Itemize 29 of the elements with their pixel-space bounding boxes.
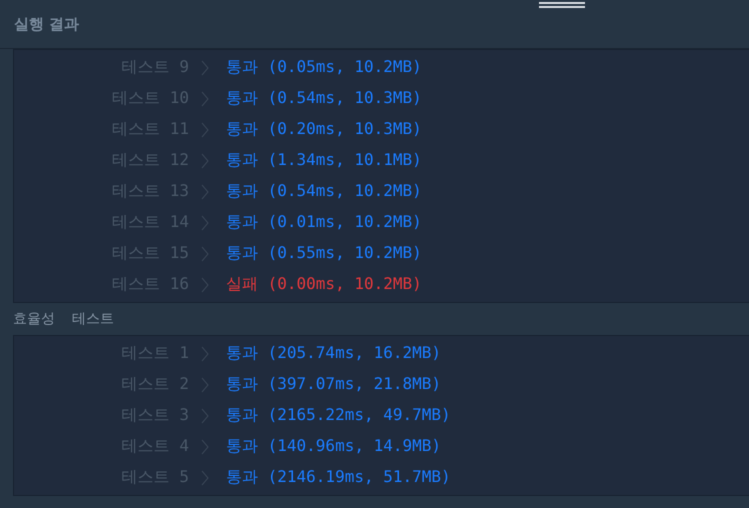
test-result: 통과 (0.54ms, 10.3MB) — [226, 88, 422, 109]
chevron-icon — [201, 346, 209, 362]
chevron-icon — [201, 122, 209, 138]
chevron-icon — [201, 246, 209, 262]
test-result: 통과 (205.74ms, 16.2MB) — [226, 343, 442, 364]
drag-handle-icon[interactable] — [539, 2, 585, 10]
test-result: 통과 (0.54ms, 10.2MB) — [226, 181, 422, 202]
chevron-icon — [201, 438, 209, 454]
test-result: 통과 (2146.19ms, 51.7MB) — [226, 467, 451, 488]
chevron-icon — [201, 408, 209, 424]
chevron-icon — [201, 214, 209, 230]
chevron-icon — [201, 276, 209, 292]
test-result: 통과 (0.01ms, 10.2MB) — [226, 212, 422, 233]
test-result: 통과 (1.34ms, 10.1MB) — [226, 150, 422, 171]
chevron-icon — [201, 90, 209, 106]
section-label: 효율성 테스트 — [12, 310, 115, 329]
chevron-icon — [201, 470, 209, 486]
chevron-icon — [201, 184, 209, 200]
test-result: 실패 (0.00ms, 10.2MB) — [226, 274, 422, 295]
panel-title: 실행 결과 — [14, 14, 80, 34]
test-result: 통과 (0.20ms, 10.3MB) — [226, 119, 422, 140]
test-result: 통과 (0.05ms, 10.2MB) — [226, 57, 422, 78]
test-result: 통과 (2165.22ms, 49.7MB) — [226, 405, 451, 426]
test-result: 통과 (0.55ms, 10.2MB) — [226, 243, 422, 264]
test-result: 통과 (140.96ms, 14.9MB) — [226, 436, 442, 457]
chevron-icon — [201, 152, 209, 168]
chevron-icon — [201, 60, 209, 76]
test-result: 통과 (397.07ms, 21.8MB) — [226, 374, 442, 395]
chevron-icon — [201, 376, 209, 392]
